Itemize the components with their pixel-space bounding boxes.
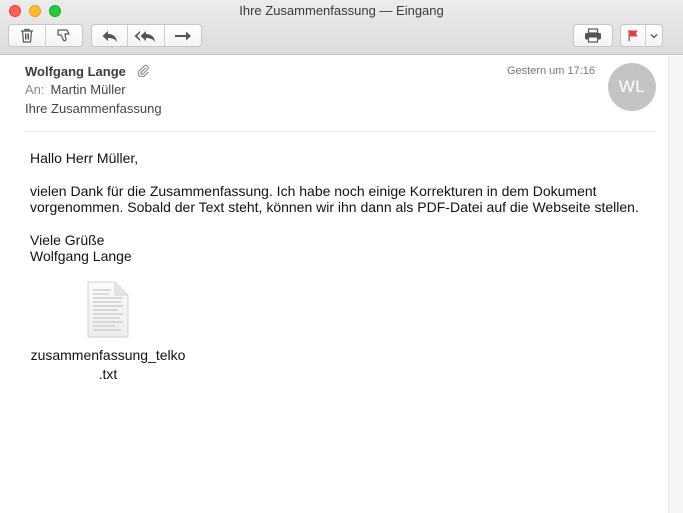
junk-button[interactable] bbox=[46, 25, 83, 46]
chevron-down-icon bbox=[650, 33, 658, 38]
reply-button[interactable] bbox=[92, 25, 129, 46]
attachment-filename[interactable]: zusammenfassung_telko .txt bbox=[28, 346, 188, 384]
sender-name[interactable]: Wolfgang Lange bbox=[25, 64, 126, 79]
paperclip-icon bbox=[137, 64, 149, 77]
flag-menu-button[interactable] bbox=[646, 25, 662, 46]
print-group bbox=[573, 24, 613, 47]
message-subject: Ihre Zusammenfassung bbox=[25, 101, 162, 116]
forward-button[interactable] bbox=[165, 25, 201, 46]
message-body: Hallo Herr Müller, vielen Dank für die Z… bbox=[30, 150, 660, 265]
reply-forward-group bbox=[91, 24, 202, 47]
body-closing: Viele Grüße bbox=[30, 231, 105, 248]
trash-icon bbox=[20, 28, 33, 43]
recipient-row: An: Martin Müller bbox=[25, 82, 126, 97]
to-label: An: bbox=[25, 82, 45, 97]
body-line: vorgenommen. Sobald der Text steht, könn… bbox=[30, 199, 639, 215]
message-date: Gestern um 17:16 bbox=[506, 65, 595, 77]
window-titlebar: Ihre Zusammenfassung — Eingang bbox=[0, 0, 683, 55]
print-icon bbox=[585, 28, 601, 43]
print-button[interactable] bbox=[574, 25, 612, 46]
body-line: vielen Dank für die Zusammenfassung. Ich… bbox=[30, 182, 597, 199]
attachment-name-line: .txt bbox=[98, 366, 118, 382]
flag-button[interactable] bbox=[621, 25, 646, 46]
recipient-name[interactable]: Martin Müller bbox=[51, 82, 126, 97]
attachment-name-line: zusammenfassung_telko bbox=[30, 347, 186, 363]
sender-avatar: WL bbox=[608, 63, 656, 111]
forward-icon bbox=[174, 31, 191, 40]
delete-junk-group bbox=[8, 24, 83, 47]
reply-icon bbox=[102, 30, 117, 42]
delete-button[interactable] bbox=[9, 25, 46, 46]
body-signature: Wolfgang Lange bbox=[30, 248, 132, 264]
window-title: Ihre Zusammenfassung — Eingang bbox=[239, 3, 444, 18]
junk-icon bbox=[57, 29, 70, 42]
flag-icon bbox=[628, 30, 638, 41]
body-paragraph: vielen Dank für die Zusammenfassung. Ich… bbox=[30, 183, 660, 216]
text-document-icon[interactable] bbox=[85, 280, 131, 340]
reply-all-icon bbox=[134, 30, 156, 42]
body-greeting: Hallo Herr Müller, bbox=[30, 150, 139, 166]
flag-group bbox=[620, 24, 663, 47]
header-divider bbox=[25, 131, 656, 132]
reply-all-button[interactable] bbox=[128, 25, 165, 46]
vertical-scrollbar[interactable] bbox=[668, 56, 683, 513]
